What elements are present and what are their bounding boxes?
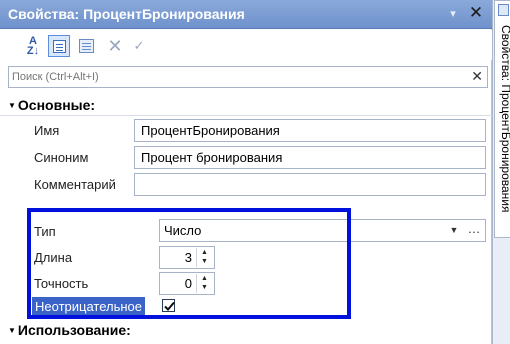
sort-alphabetical-icon[interactable]: A Z↓: [22, 35, 44, 57]
properties-icon: [498, 4, 509, 16]
highlight-frame: [27, 208, 351, 319]
group-main-header[interactable]: ▼ Основные:: [8, 97, 95, 115]
filter-icon[interactable]: [76, 35, 98, 57]
collapse-triangle-icon[interactable]: ▼: [8, 101, 16, 110]
comment-field[interactable]: [134, 173, 486, 196]
clear-icon[interactable]: ✕: [104, 35, 126, 57]
categorized-view-icon[interactable]: [48, 35, 70, 57]
search-field[interactable]: ✕: [8, 66, 488, 88]
collapse-triangle-icon[interactable]: ▼: [8, 326, 16, 335]
dropdown-arrow-icon[interactable]: ▼: [445, 222, 463, 239]
pin-icon[interactable]: ▾: [445, 6, 461, 22]
synonym-field[interactable]: Процент бронирования: [134, 146, 486, 169]
title-bar[interactable]: Свойства: ПроцентБронирования ▾ ✕: [0, 0, 492, 29]
properties-panel: Свойства: ПроцентБронирования ▾ ✕ A Z↓ ✕ …: [0, 0, 492, 344]
ellipsis-button[interactable]: …: [465, 220, 483, 241]
comment-label: Комментарий: [34, 177, 116, 192]
synonym-value: Процент бронирования: [141, 150, 283, 165]
group-use-label: Использование:: [17, 322, 131, 338]
group-main-label: Основные:: [17, 97, 96, 113]
name-label: Имя: [34, 123, 60, 138]
toolbar: A Z↓ ✕ ✓: [0, 30, 492, 60]
close-icon[interactable]: ✕: [466, 3, 486, 23]
side-tab-label: Свойства: ПроцентБронирования: [499, 25, 510, 213]
properties-side-tab[interactable]: Свойства: ПроцентБронирования: [494, 0, 510, 238]
name-field[interactable]: ПроцентБронирования: [134, 119, 486, 142]
divider: [0, 115, 492, 116]
side-panel-strip: Свойства: ПроцентБронирования: [492, 0, 510, 344]
name-value: ПроцентБронирования: [141, 123, 280, 138]
group-use-header[interactable]: ▼ Использование:: [8, 322, 131, 340]
search-clear-icon[interactable]: ✕: [471, 68, 483, 85]
apply-icon[interactable]: ✓: [128, 35, 150, 57]
synonym-label: Синоним: [34, 150, 89, 165]
search-input[interactable]: [12, 69, 452, 85]
window-title: Свойства: ПроцентБронирования: [8, 6, 245, 22]
